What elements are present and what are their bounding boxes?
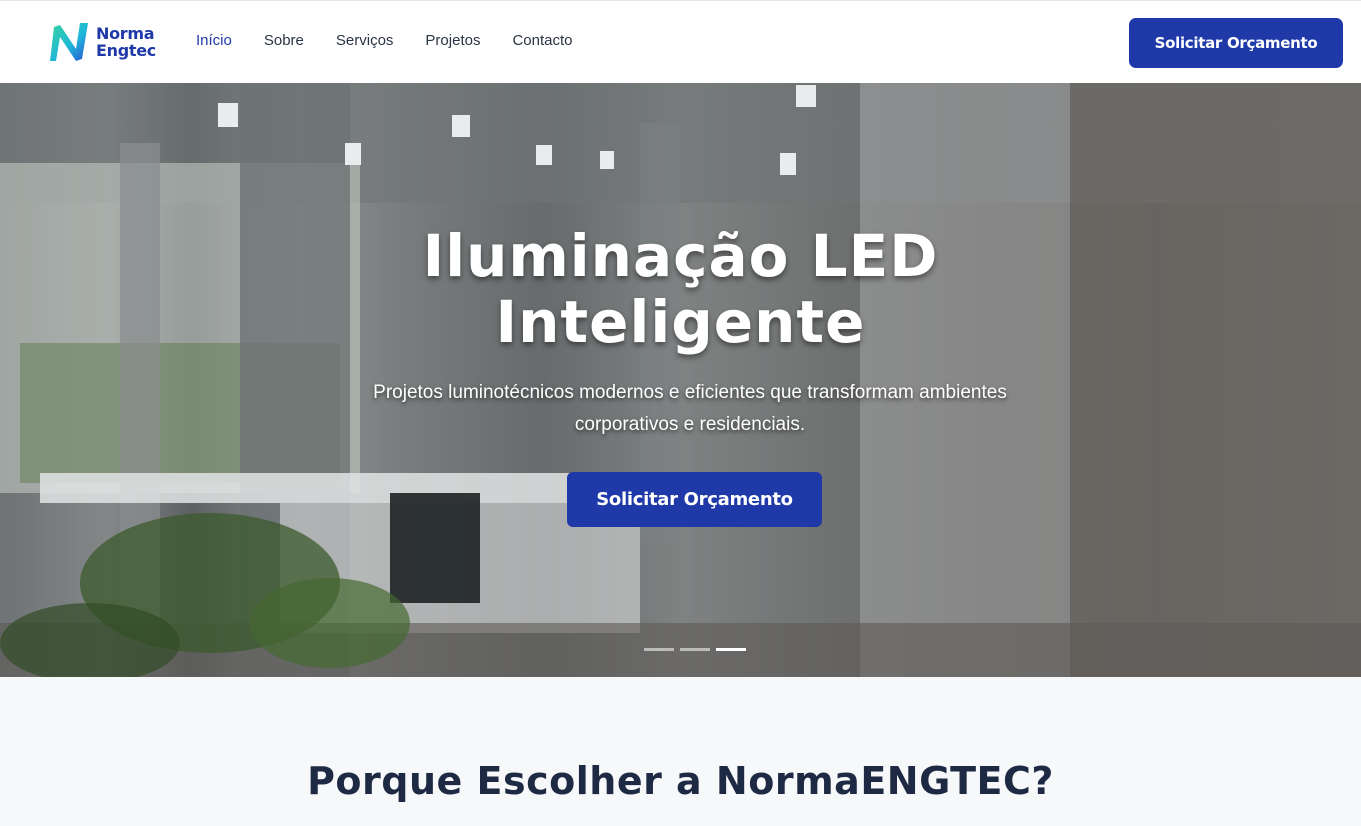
carousel-dot-3[interactable]	[716, 648, 746, 651]
logo-n-icon	[50, 23, 88, 61]
nav-item-contacto[interactable]: Contacto	[512, 32, 572, 49]
main-nav: Início Sobre Serviços Projetos Contacto	[196, 32, 605, 49]
hero-title-line-2: Inteligente	[495, 288, 866, 356]
logo[interactable]: Norma Engtec	[46, 21, 156, 63]
why-choose-section: Porque Escolher a NormaENGTEC?	[0, 677, 1361, 826]
carousel-indicators	[644, 648, 752, 651]
logo-wordmark: Norma Engtec	[96, 25, 156, 59]
hero-quote-button[interactable]: Solicitar Orçamento	[567, 472, 822, 527]
hero-title-line-1: Iluminação LED	[422, 222, 939, 290]
header-quote-button[interactable]: Solicitar Orçamento	[1129, 18, 1343, 68]
carousel-dot-2[interactable]	[680, 648, 710, 651]
logo-line-1: Norma	[96, 24, 155, 43]
nav-item-sobre[interactable]: Sobre	[264, 32, 304, 49]
hero-subtitle: Projetos luminotécnicos modernos e efici…	[373, 382, 1007, 435]
carousel-dot-1[interactable]	[644, 648, 674, 651]
hero-carousel: Iluminação LED Inteligente Projetos lumi…	[0, 83, 1361, 677]
logo-line-2: Engtec	[96, 41, 156, 60]
nav-item-servicos[interactable]: Serviços	[336, 32, 394, 49]
section-title: Porque Escolher a NormaENGTEC?	[307, 759, 1054, 803]
site-header: Norma Engtec Início Sobre Serviços Proje…	[0, 0, 1361, 83]
hero-title: Iluminação LED Inteligente	[0, 223, 1361, 355]
nav-item-inicio[interactable]: Início	[196, 32, 232, 49]
nav-item-projetos[interactable]: Projetos	[425, 32, 480, 49]
